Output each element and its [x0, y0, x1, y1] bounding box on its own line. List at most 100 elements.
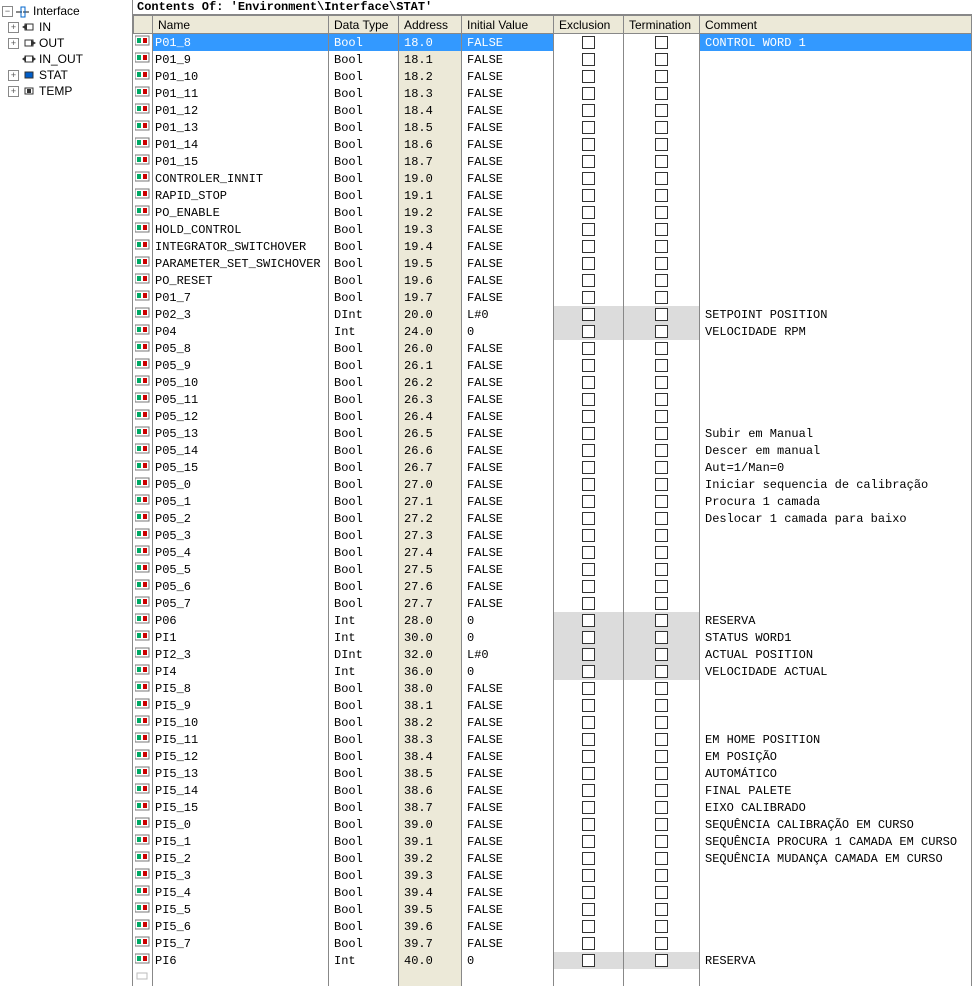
cell-type[interactable]: Bool — [329, 867, 399, 884]
cell-type[interactable]: Bool — [329, 357, 399, 374]
cell-name[interactable]: INTEGRATOR_SWITCHOVER — [153, 238, 329, 255]
cell-termination[interactable] — [624, 731, 700, 748]
cell-comment[interactable] — [700, 595, 972, 612]
cell-exclusion[interactable] — [554, 391, 624, 408]
cell-initval[interactable]: FALSE — [462, 51, 554, 68]
cell-comment[interactable] — [700, 544, 972, 561]
checkbox[interactable] — [582, 835, 595, 848]
checkbox[interactable] — [655, 580, 668, 593]
cell-type[interactable]: Bool — [329, 340, 399, 357]
cell-initval[interactable]: FALSE — [462, 391, 554, 408]
cell-initval[interactable]: FALSE — [462, 782, 554, 799]
checkbox[interactable] — [655, 274, 668, 287]
cell-initval[interactable]: FALSE — [462, 289, 554, 306]
cell-type[interactable]: Bool — [329, 731, 399, 748]
checkbox[interactable] — [582, 223, 595, 236]
cell-comment[interactable] — [700, 51, 972, 68]
table-row[interactable]: P05_6Bool27.6FALSE — [134, 578, 972, 595]
checkbox[interactable] — [582, 801, 595, 814]
cell-initval[interactable]: FALSE — [462, 221, 554, 238]
cell-exclusion[interactable] — [554, 578, 624, 595]
cell-name[interactable]: P05_3 — [153, 527, 329, 544]
table-row[interactable]: PI5_2Bool39.2FALSESEQUÊNCIA MUDANÇA CAMA… — [134, 850, 972, 867]
cell-address[interactable]: 19.1 — [399, 187, 462, 204]
expand-icon[interactable]: + — [8, 70, 19, 81]
checkbox[interactable] — [582, 614, 595, 627]
cell-comment[interactable] — [700, 102, 972, 119]
table-row[interactable]: P05_8Bool26.0FALSE — [134, 340, 972, 357]
cell-initval[interactable]: FALSE — [462, 850, 554, 867]
cell-termination[interactable] — [624, 680, 700, 697]
cell-termination[interactable] — [624, 748, 700, 765]
cell-address[interactable]: 39.7 — [399, 935, 462, 952]
cell-exclusion[interactable] — [554, 221, 624, 238]
checkbox[interactable] — [655, 801, 668, 814]
table-row[interactable]: PO_ENABLEBool19.2FALSE — [134, 204, 972, 221]
cell-comment[interactable] — [700, 527, 972, 544]
checkbox[interactable] — [655, 478, 668, 491]
cell-type[interactable]: Bool — [329, 102, 399, 119]
checkbox[interactable] — [655, 427, 668, 440]
cell-exclusion[interactable] — [554, 357, 624, 374]
cell-termination[interactable] — [624, 85, 700, 102]
cell-exclusion[interactable] — [554, 374, 624, 391]
cell-name[interactable]: PI5_14 — [153, 782, 329, 799]
cell-initval[interactable]: FALSE — [462, 527, 554, 544]
cell-termination[interactable] — [624, 493, 700, 510]
cell-termination[interactable] — [624, 884, 700, 901]
checkbox[interactable] — [655, 614, 668, 627]
cell-address[interactable]: 38.6 — [399, 782, 462, 799]
cell-termination[interactable] — [624, 578, 700, 595]
checkbox[interactable] — [655, 376, 668, 389]
cell-name[interactable]: PI2_3 — [153, 646, 329, 663]
cell-type[interactable]: Bool — [329, 816, 399, 833]
cell-comment[interactable]: CONTROL WORD 1 — [700, 34, 972, 52]
table-row[interactable]: P01_8Bool18.0FALSECONTROL WORD 1 — [134, 34, 972, 52]
cell-exclusion[interactable] — [554, 884, 624, 901]
cell-exclusion[interactable] — [554, 136, 624, 153]
checkbox[interactable] — [655, 546, 668, 559]
cell-address[interactable]: 26.1 — [399, 357, 462, 374]
table-row[interactable]: PI5_7Bool39.7FALSE — [134, 935, 972, 952]
checkbox[interactable] — [582, 427, 595, 440]
checkbox[interactable] — [582, 376, 595, 389]
cell-exclusion[interactable] — [554, 170, 624, 187]
cell-address[interactable]: 27.6 — [399, 578, 462, 595]
cell-type[interactable]: Bool — [329, 884, 399, 901]
cell-initval[interactable]: FALSE — [462, 544, 554, 561]
cell-comment[interactable] — [700, 374, 972, 391]
checkbox[interactable] — [655, 359, 668, 372]
cell-termination[interactable] — [624, 561, 700, 578]
cell-initval[interactable]: FALSE — [462, 85, 554, 102]
cell-name[interactable]: P01_11 — [153, 85, 329, 102]
cell-name[interactable]: PI5_2 — [153, 850, 329, 867]
cell-address[interactable]: 18.5 — [399, 119, 462, 136]
cell-exclusion[interactable] — [554, 782, 624, 799]
cell-address[interactable]: 38.1 — [399, 697, 462, 714]
cell-type[interactable]: Bool — [329, 459, 399, 476]
checkbox[interactable] — [582, 767, 595, 780]
cell-name[interactable]: P01_15 — [153, 153, 329, 170]
cell-initval[interactable]: FALSE — [462, 935, 554, 952]
cell-exclusion[interactable] — [554, 748, 624, 765]
cell-termination[interactable] — [624, 799, 700, 816]
cell-name[interactable]: P05_12 — [153, 408, 329, 425]
checkbox[interactable] — [582, 87, 595, 100]
cell-termination[interactable] — [624, 153, 700, 170]
checkbox[interactable] — [655, 257, 668, 270]
cell-comment[interactable] — [700, 340, 972, 357]
checkbox[interactable] — [655, 733, 668, 746]
cell-address[interactable]: 19.0 — [399, 170, 462, 187]
cell-termination[interactable] — [624, 187, 700, 204]
cell-comment[interactable] — [700, 391, 972, 408]
cell-name[interactable]: P05_5 — [153, 561, 329, 578]
checkbox[interactable] — [582, 529, 595, 542]
cell-address[interactable]: 18.1 — [399, 51, 462, 68]
cell-type[interactable]: Bool — [329, 901, 399, 918]
cell-name[interactable]: PI5_9 — [153, 697, 329, 714]
cell-initval[interactable]: FALSE — [462, 765, 554, 782]
checkbox[interactable] — [582, 716, 595, 729]
expand-icon[interactable]: + — [8, 86, 19, 97]
cell-name[interactable]: P01_8 — [153, 34, 329, 52]
cell-initval[interactable]: FALSE — [462, 442, 554, 459]
